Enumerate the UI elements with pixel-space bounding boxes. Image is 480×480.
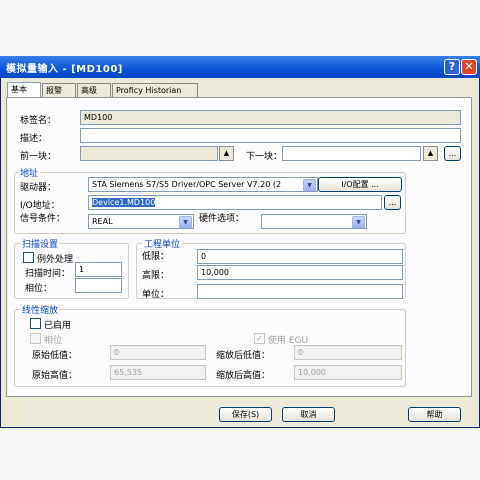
close-icon[interactable]: ✕ bbox=[461, 59, 477, 75]
desktop-top bbox=[0, 0, 480, 56]
high-limit-field[interactable]: 10,000 bbox=[197, 265, 403, 280]
next-block-browse-button[interactable]: ... bbox=[444, 146, 461, 161]
exception-label: 例外处理 bbox=[37, 255, 74, 265]
address-group-title: 地址 bbox=[18, 166, 41, 179]
low-limit-label: 低限： bbox=[142, 252, 170, 262]
signal-condition-value: REAL bbox=[92, 217, 113, 226]
check-icon: ✓ bbox=[256, 334, 263, 343]
chevron-down-icon[interactable]: ▼ bbox=[303, 179, 316, 191]
phase-label: 相位： bbox=[25, 284, 53, 294]
scaled-low-label: 缩放后低值： bbox=[216, 351, 271, 361]
phase-checkbox[interactable] bbox=[30, 333, 41, 344]
scaled-high-label: 缩放后高值： bbox=[216, 371, 271, 381]
prev-block-up-icon[interactable]: ▲ bbox=[219, 146, 234, 161]
io-address-field[interactable]: Device1.MD100 bbox=[88, 195, 382, 210]
io-config-button[interactable]: I/O配置 ... bbox=[318, 177, 402, 192]
phase-field[interactable] bbox=[75, 278, 122, 293]
low-limit-field[interactable]: 0 bbox=[197, 249, 403, 264]
tab-proficy-historian[interactable]: Proficy Historian bbox=[112, 83, 198, 97]
scan-time-label: 扫描时间： bbox=[25, 269, 71, 279]
tab-advanced[interactable]: 高级 bbox=[77, 83, 111, 97]
driver-label: 驱动器： bbox=[20, 183, 57, 193]
scaled-high-field[interactable]: 10,000 bbox=[294, 365, 402, 380]
prev-block-label: 前一块： bbox=[20, 152, 57, 162]
signal-condition-select[interactable]: REAL ▼ bbox=[88, 214, 194, 229]
scan-settings-title: 扫描设置 bbox=[20, 237, 61, 250]
cancel-button[interactable]: 取消 bbox=[282, 407, 335, 422]
unit-label: 单位： bbox=[142, 290, 170, 300]
io-address-value: Device1.MD100 bbox=[92, 198, 156, 207]
description-field[interactable] bbox=[80, 128, 461, 143]
raw-low-field[interactable]: 0 bbox=[110, 345, 206, 360]
next-block-up-icon[interactable]: ▲ bbox=[423, 146, 438, 161]
description-label: 描述： bbox=[20, 134, 48, 144]
io-address-browse-button[interactable]: ... bbox=[384, 195, 401, 210]
enabled-label: 已启用 bbox=[44, 321, 72, 331]
tab-basic[interactable]: 基本 bbox=[7, 82, 41, 97]
linear-scaling-title: 线性缩放 bbox=[20, 303, 61, 316]
exception-checkbox[interactable] bbox=[23, 252, 34, 263]
tag-name-field[interactable]: MD100 bbox=[80, 110, 461, 125]
chevron-down-icon[interactable]: ▼ bbox=[179, 216, 192, 228]
next-block-label: 下一块： bbox=[246, 152, 283, 162]
scaled-low-field[interactable]: 0 bbox=[294, 345, 402, 360]
tag-name-label: 标签名： bbox=[20, 116, 57, 126]
title-bar: 模拟量输入 - [MD100] bbox=[0, 56, 480, 78]
driver-select-value: STA Siemens S7/S5 Driver/OPC Server V7.2… bbox=[92, 180, 282, 189]
scan-time-field[interactable]: 1 bbox=[75, 262, 122, 277]
help-button[interactable]: 帮助 bbox=[408, 407, 461, 422]
driver-select[interactable]: STA Siemens S7/S5 Driver/OPC Server V7.2… bbox=[88, 177, 318, 192]
scaling-phase-label: 相位 bbox=[44, 336, 63, 346]
hardware-options-select[interactable]: ▼ bbox=[261, 214, 367, 229]
io-address-label: I/O地址： bbox=[20, 201, 60, 211]
signal-condition-label: 信号条件： bbox=[20, 214, 66, 224]
unit-field[interactable] bbox=[197, 284, 403, 299]
window-title: 模拟量输入 - [MD100] bbox=[6, 64, 123, 75]
high-limit-label: 高限： bbox=[142, 271, 170, 281]
tab-alarm[interactable]: 报警 bbox=[42, 83, 76, 97]
use-egu-checkbox[interactable]: ✓ bbox=[254, 333, 265, 344]
enabled-checkbox[interactable] bbox=[30, 318, 41, 329]
raw-low-label: 原始低值： bbox=[32, 351, 78, 361]
help-icon[interactable]: ? bbox=[444, 59, 460, 75]
prev-block-field[interactable] bbox=[80, 146, 218, 161]
next-block-field[interactable] bbox=[282, 146, 421, 161]
hardware-options-label: 硬件选项： bbox=[199, 214, 245, 224]
raw-high-field[interactable]: 65,535 bbox=[110, 365, 206, 380]
raw-high-label: 原始高值： bbox=[32, 371, 78, 381]
chevron-down-icon[interactable]: ▼ bbox=[352, 216, 365, 228]
desktop-bottom bbox=[0, 428, 480, 480]
save-button[interactable]: 保存(S) bbox=[219, 407, 272, 422]
